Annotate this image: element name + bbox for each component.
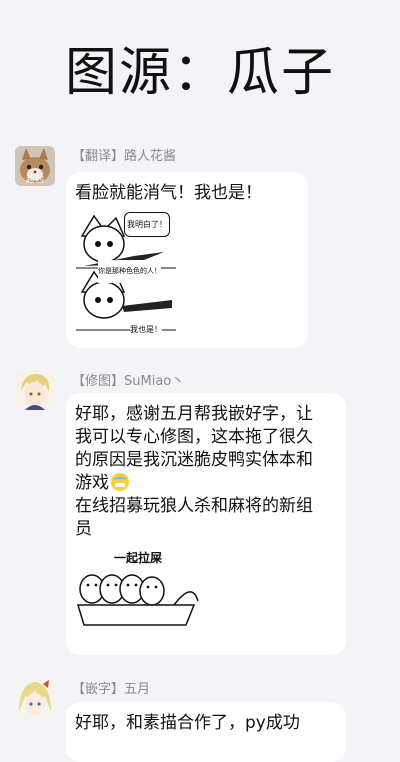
sticker-text: 你是那种色色的人！ bbox=[98, 260, 161, 283]
meme-sticker[interactable]: 我明白了！ 你是那种色色的人！ 我也是！ bbox=[74, 208, 178, 341]
cold-sweat-emoji-icon bbox=[111, 473, 129, 491]
message-bubble[interactable]: 看脸就能消气！我也是！ 我明白了！ 你是那种色色的人！ 我也是！ bbox=[66, 172, 308, 348]
sender-name: 【嵌字】五月 bbox=[72, 682, 151, 697]
anime-girl-avatar-icon[interactable] bbox=[15, 678, 55, 718]
message-text: 的原因是我沉迷脆皮鸭实体本和 bbox=[75, 450, 313, 470]
sender-name: 【修图】SuMiao丶 bbox=[72, 374, 185, 389]
message-text: 看脸就能消气！我也是！ bbox=[75, 183, 262, 203]
sticker-caption: 一起拉屎 bbox=[114, 551, 163, 565]
message-text: 游戏 bbox=[75, 473, 109, 493]
message-bubble[interactable]: 好耶，和素描合作了，py成功 bbox=[66, 702, 346, 762]
sticker-text: 我也是！ bbox=[130, 318, 162, 341]
message-bubble[interactable]: 好耶，感谢五月帮我嵌好字，让 我可以专心修图，这本拖了很久 的原因是我沉迷脆皮鸭… bbox=[66, 393, 346, 655]
message-text: 在线招募玩狼人杀和麻将的新组 bbox=[75, 496, 313, 516]
avatar-caption: 超凶 bbox=[25, 175, 44, 185]
cat-avatar-icon[interactable]: 超凶 bbox=[15, 146, 55, 186]
message-text: 好耶，和素描合作了，py成功 bbox=[75, 713, 300, 733]
sticker-text: 我明白了！ bbox=[124, 212, 170, 237]
message-text: 好耶，感谢五月帮我嵌好字，让 bbox=[75, 404, 313, 424]
message-text: 我可以专心修图，这本拖了很久 bbox=[75, 427, 313, 447]
message-text: 游戏 bbox=[75, 472, 336, 495]
sender-name: 【翻译】路人花酱 bbox=[72, 149, 177, 164]
anime-boy-avatar-icon[interactable] bbox=[15, 370, 55, 410]
message-text: 员 bbox=[75, 519, 92, 539]
page-title: 图源：瓜子 bbox=[64, 43, 335, 103]
meme-sticker[interactable]: 一起拉屎 bbox=[74, 541, 202, 641]
